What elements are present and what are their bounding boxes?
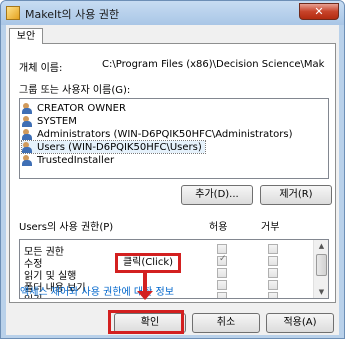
list-item-label: TrustedInstaller bbox=[37, 154, 115, 166]
list-item[interactable]: TrustedInstaller bbox=[22, 154, 117, 166]
add-button[interactable]: 추가(D)... bbox=[181, 185, 253, 205]
allow-checkbox[interactable] bbox=[217, 254, 227, 266]
deny-header: 거부 bbox=[261, 222, 280, 233]
window-title: MakeIt의 사용 권한 bbox=[25, 8, 120, 21]
list-item-label: Administrators (WIN-D6PQIK50HFC\Administ… bbox=[37, 128, 293, 140]
list-item-label: SYSTEM bbox=[37, 115, 77, 127]
callout-arrow-line bbox=[143, 273, 147, 293]
title-bar: MakeIt의 사용 권한 ✕ bbox=[1, 1, 344, 25]
user-group-icon bbox=[22, 128, 34, 140]
permissions-dialog: MakeIt의 사용 권한 ✕ 보안 개체 이름: C:\Program Fil… bbox=[0, 0, 345, 339]
folder-icon bbox=[6, 6, 20, 20]
object-name-label: 개체 이름: bbox=[19, 63, 63, 74]
list-item[interactable]: CREATOR OWNER bbox=[22, 102, 129, 114]
ok-button-highlight bbox=[108, 310, 184, 334]
allow-checkbox[interactable] bbox=[217, 268, 227, 278]
user-group-icon bbox=[22, 102, 34, 114]
permissions-scrollbar[interactable]: ▲ ▼ bbox=[313, 240, 328, 298]
deny-checkbox[interactable] bbox=[268, 256, 278, 266]
callout-arrow-icon bbox=[137, 291, 153, 300]
remove-button[interactable]: 제거(R) bbox=[260, 185, 332, 205]
user-group-icon bbox=[22, 154, 34, 166]
allow-checkbox[interactable] bbox=[217, 244, 227, 254]
user-group-icon bbox=[22, 115, 34, 127]
scroll-down-icon[interactable]: ▼ bbox=[314, 286, 328, 298]
list-item-label: Users (WIN-D6PQIK50HFC\Users) bbox=[37, 141, 202, 153]
click-callout: 클릭(Click) bbox=[115, 253, 181, 273]
list-item[interactable]: Administrators (WIN-D6PQIK50HFC\Administ… bbox=[22, 128, 295, 140]
allow-header: 허용 bbox=[209, 222, 228, 233]
cancel-button[interactable]: 취소 bbox=[192, 313, 260, 333]
list-item[interactable]: SYSTEM bbox=[22, 115, 80, 127]
list-item-selected[interactable]: Users (WIN-D6PQIK50HFC\Users) bbox=[21, 140, 206, 154]
scroll-thumb[interactable] bbox=[316, 254, 327, 276]
group-list-label: 그룹 또는 사용자 이름(G): bbox=[19, 85, 131, 96]
dialog-body: 보안 개체 이름: C:\Program Files (x86)\Decisio… bbox=[6, 25, 339, 335]
list-item-label: CREATOR OWNER bbox=[37, 102, 126, 114]
permissions-label: Users의 사용 권한(P) bbox=[19, 222, 114, 233]
deny-checkbox[interactable] bbox=[268, 244, 278, 254]
allow-checkbox[interactable] bbox=[217, 292, 227, 298]
scroll-up-icon[interactable]: ▲ bbox=[314, 240, 328, 252]
user-group-icon bbox=[22, 141, 34, 153]
allow-checkbox[interactable] bbox=[217, 280, 227, 290]
deny-checkbox[interactable] bbox=[268, 268, 278, 278]
group-user-list[interactable]: CREATOR OWNER SYSTEM Administrators (WIN… bbox=[19, 98, 329, 179]
deny-checkbox[interactable] bbox=[268, 280, 278, 290]
apply-button[interactable]: 적용(A) bbox=[266, 313, 334, 333]
deny-checkbox[interactable] bbox=[268, 292, 278, 298]
tab-security[interactable]: 보안 bbox=[9, 28, 43, 44]
object-name-value: C:\Program Files (x86)\Decision Science\… bbox=[102, 59, 325, 70]
close-button[interactable]: ✕ bbox=[299, 3, 339, 20]
